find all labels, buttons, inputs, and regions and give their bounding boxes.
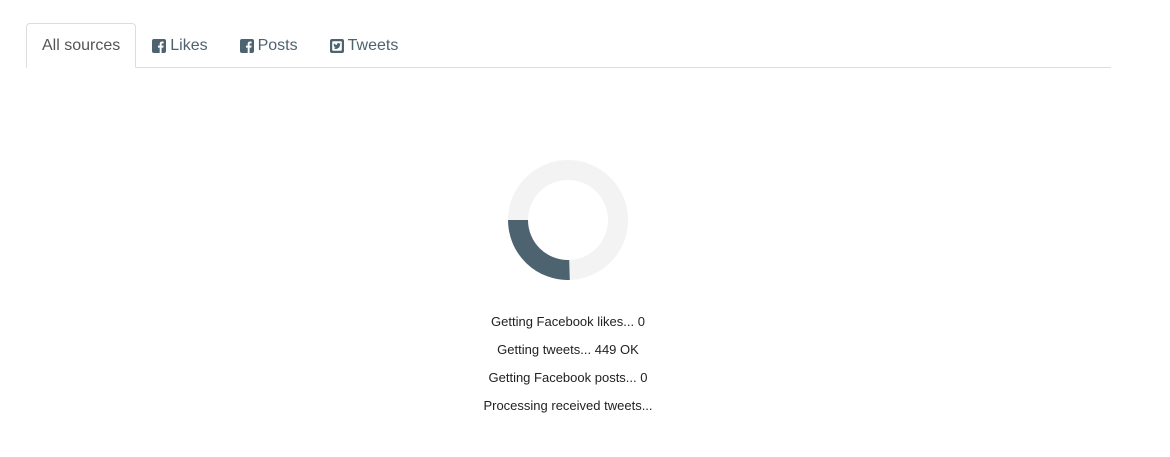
spinner-arc [508, 219, 570, 280]
status-facebook-likes: Getting Facebook likes... 0 [491, 314, 645, 329]
tab-posts[interactable]: Posts [224, 24, 314, 68]
loading-spinner [508, 160, 628, 280]
tab-all-sources[interactable]: All sources [26, 23, 137, 68]
facebook-square-icon [152, 39, 167, 53]
facebook-square-icon [239, 39, 254, 53]
tab-likes[interactable]: Likes [136, 24, 223, 68]
tab-all-sources-label: All sources [42, 36, 121, 54]
source-tabs: All sources Likes Posts Tweets [26, 23, 1111, 68]
status-facebook-posts: Getting Facebook posts... 0 [488, 370, 648, 385]
status-processing-tweets: Processing received tweets... [483, 398, 653, 413]
status-messages: Getting Facebook likes... 0 Getting twee… [0, 308, 1136, 420]
status-tweets: Getting tweets... 449 OK [497, 342, 639, 357]
tab-tweets-label: Tweets [347, 37, 399, 54]
tab-tweets[interactable]: Tweets [314, 24, 415, 68]
tab-likes-label: Likes [170, 37, 208, 54]
tab-posts-label: Posts [257, 37, 298, 54]
twitter-square-icon [329, 39, 344, 53]
